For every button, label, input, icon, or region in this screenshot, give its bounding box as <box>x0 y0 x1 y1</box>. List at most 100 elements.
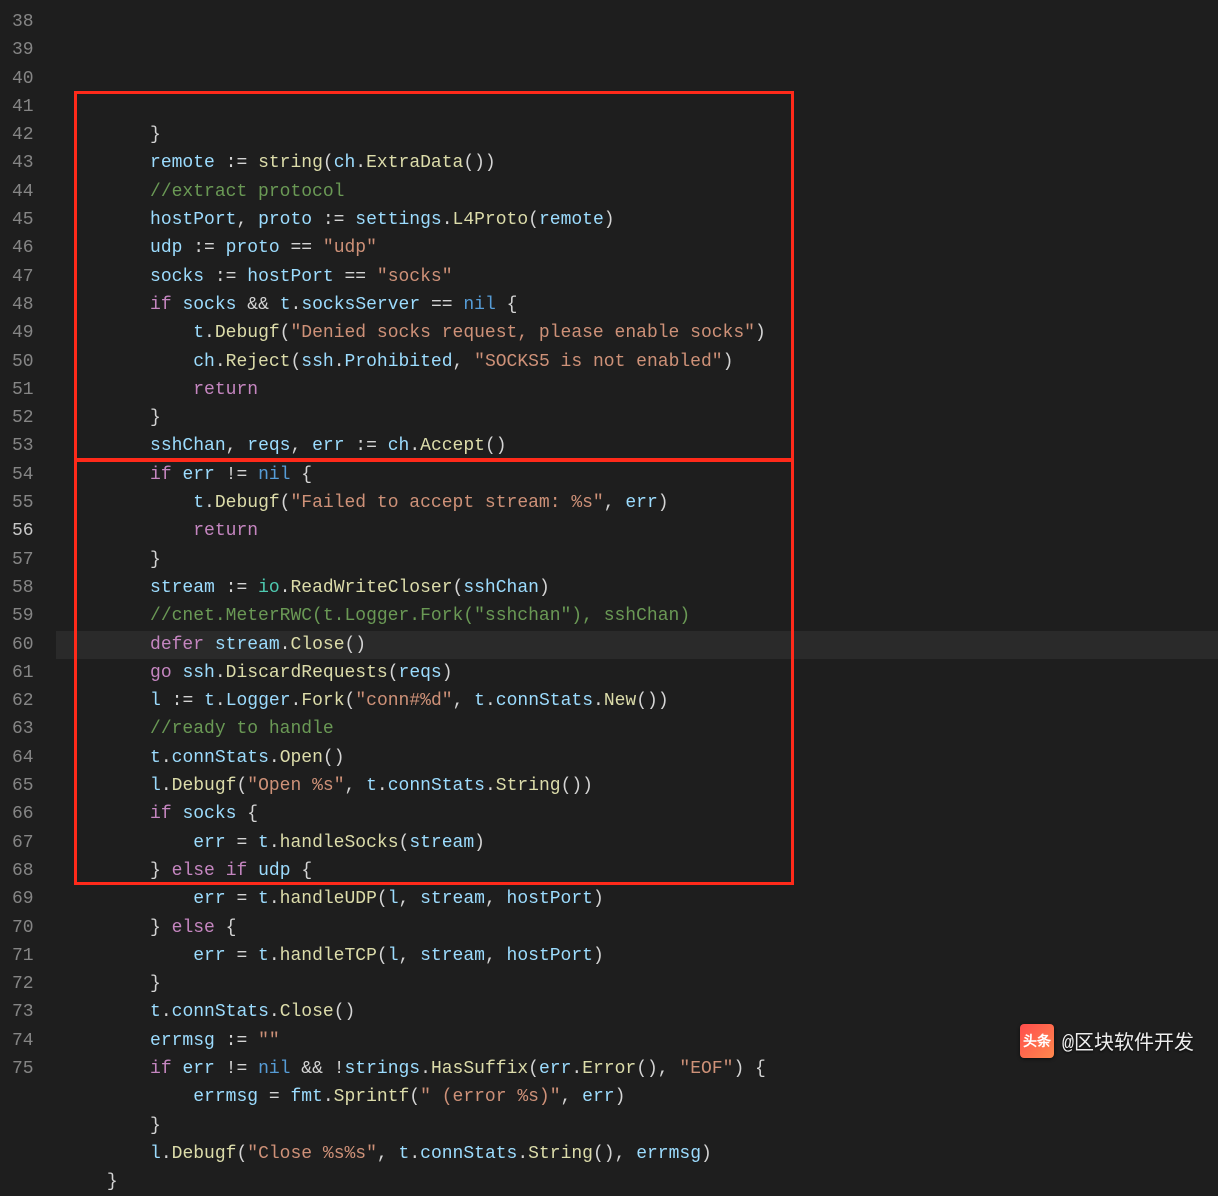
token-punct: () <box>323 748 345 768</box>
code-line[interactable]: //ready to handle <box>56 715 1218 743</box>
code-line[interactable]: errmsg = fmt.Sprintf(" (error %s)", err) <box>56 1083 1218 1111</box>
code-line[interactable]: if err != nil { <box>56 461 1218 489</box>
token-punct: { <box>290 465 312 485</box>
token-fn: Debugf <box>215 493 280 513</box>
code-line[interactable]: l.Debugf("Open %s", t.connStats.String()… <box>56 772 1218 800</box>
code-line[interactable]: if socks { <box>56 800 1218 828</box>
token-var: remote <box>150 153 215 173</box>
token-punct: ( <box>236 1144 247 1164</box>
line-number: 44 <box>12 178 34 206</box>
token-cmt: //ready to handle <box>150 719 334 739</box>
token-punct: } <box>150 918 161 938</box>
token-var: l <box>150 1144 161 1164</box>
token-cmt: //extract protocol <box>150 182 344 202</box>
token-punct: ( <box>323 153 334 173</box>
code-line[interactable]: err = t.handleUDP(l, stream, hostPort) <box>56 885 1218 913</box>
code-line[interactable]: } <box>56 404 1218 432</box>
token-var: err <box>625 493 657 513</box>
code-line[interactable]: err = t.handleTCP(l, stream, hostPort) <box>56 942 1218 970</box>
token-kwblue: nil <box>258 1059 290 1079</box>
token-var: socks <box>182 295 236 315</box>
code-line[interactable]: remote := string(ch.ExtraData()) <box>56 149 1218 177</box>
line-number: 65 <box>12 772 34 800</box>
token-punct: () <box>345 635 367 655</box>
code-line[interactable]: return <box>56 376 1218 404</box>
code-line[interactable]: t.connStats.Close() <box>56 998 1218 1026</box>
code-line[interactable]: if err != nil && !strings.HasSuffix(err.… <box>56 1055 1218 1083</box>
line-number: 38 <box>12 8 34 36</box>
code-line[interactable]: go ssh.DiscardRequests(reqs) <box>56 659 1218 687</box>
token-punct: . <box>269 946 280 966</box>
code-line[interactable]: } else if udp { <box>56 857 1218 885</box>
line-number: 46 <box>12 234 34 262</box>
code-editor[interactable]: 3839404142434445464748495051525354555657… <box>0 0 1218 1078</box>
token-punct: , <box>399 889 421 909</box>
code-line[interactable]: udp := proto == "udp" <box>56 234 1218 262</box>
token-var: hostPort <box>507 889 593 909</box>
token-var: t <box>280 295 291 315</box>
code-line[interactable]: } else { <box>56 914 1218 942</box>
token-var: connStats <box>388 776 485 796</box>
token-punct: ( <box>236 776 247 796</box>
code-line[interactable]: stream := io.ReadWriteCloser(sshChan) <box>56 574 1218 602</box>
line-number: 61 <box>12 659 34 687</box>
line-number: 48 <box>12 291 34 319</box>
token-kw: go <box>150 663 172 683</box>
code-line[interactable]: return <box>56 517 1218 545</box>
code-line[interactable]: t.Debugf("Failed to accept stream: %s", … <box>56 489 1218 517</box>
token-punct: ) <box>658 493 669 513</box>
line-number: 66 <box>12 800 34 828</box>
code-line[interactable]: //extract protocol <box>56 178 1218 206</box>
token-var: ssh <box>182 663 214 683</box>
token-var: settings <box>355 210 441 230</box>
code-line[interactable]: ch.Reject(ssh.Prohibited, "SOCKS5 is not… <box>56 348 1218 376</box>
code-line[interactable]: sshChan, reqs, err := ch.Accept() <box>56 432 1218 460</box>
code-line[interactable]: if socks && t.socksServer == nil { <box>56 291 1218 319</box>
token-fn: Accept <box>420 436 485 456</box>
token-punct: ( <box>377 946 388 966</box>
code-line[interactable]: l := t.Logger.Fork("conn#%d", t.connStat… <box>56 687 1218 715</box>
token-punct: } <box>107 1172 118 1192</box>
code-line[interactable]: socks := hostPort == "socks" <box>56 263 1218 291</box>
code-line[interactable]: defer stream.Close() <box>56 631 1218 659</box>
token-punct: ( <box>528 1059 539 1079</box>
code-line[interactable]: l.Debugf("Close %s%s", t.connStats.Strin… <box>56 1140 1218 1168</box>
line-number: 41 <box>12 93 34 121</box>
token-punct: . <box>161 748 172 768</box>
code-line[interactable]: t.Debugf("Denied socks request, please e… <box>56 319 1218 347</box>
code-line[interactable]: } <box>56 121 1218 149</box>
token-var: Logger <box>226 691 291 711</box>
token-var: strings <box>345 1059 421 1079</box>
token-op: == <box>334 267 377 287</box>
token-var: connStats <box>420 1144 517 1164</box>
code-line[interactable]: } <box>56 1112 1218 1140</box>
code-line[interactable]: } <box>56 970 1218 998</box>
token-kw: if <box>150 1059 172 1079</box>
token-var: connStats <box>496 691 593 711</box>
code-line[interactable]: t.connStats.Open() <box>56 744 1218 772</box>
code-line[interactable]: err = t.handleSocks(stream) <box>56 829 1218 857</box>
token-punct: ( <box>409 1087 420 1107</box>
token-op: := <box>161 691 204 711</box>
token-punct: ( <box>345 691 356 711</box>
token-fn: string <box>258 153 323 173</box>
token-punct: . <box>215 691 226 711</box>
token-punct: ( <box>280 493 291 513</box>
token-punct: ) <box>604 210 615 230</box>
token-op: = <box>258 1087 290 1107</box>
token-fn: DiscardRequests <box>226 663 388 683</box>
token-punct: ) <box>539 578 550 598</box>
token-punct: . <box>291 691 302 711</box>
code-line[interactable]: //cnet.MeterRWC(t.Logger.Fork("sshchan")… <box>56 602 1218 630</box>
code-line[interactable]: } <box>56 546 1218 574</box>
code-line[interactable]: hostPort, proto := settings.L4Proto(remo… <box>56 206 1218 234</box>
code-line[interactable]: } <box>56 1168 1218 1196</box>
token-punct: ) <box>442 663 453 683</box>
line-number: 47 <box>12 263 34 291</box>
token-kw: if <box>150 804 172 824</box>
token-punct: } <box>150 550 161 570</box>
token-var: Prohibited <box>345 352 453 372</box>
code-area[interactable]: } remote := string(ch.ExtraData()) //ext… <box>52 0 1218 1078</box>
token-fn: String <box>528 1144 593 1164</box>
token-punct: , <box>226 436 248 456</box>
